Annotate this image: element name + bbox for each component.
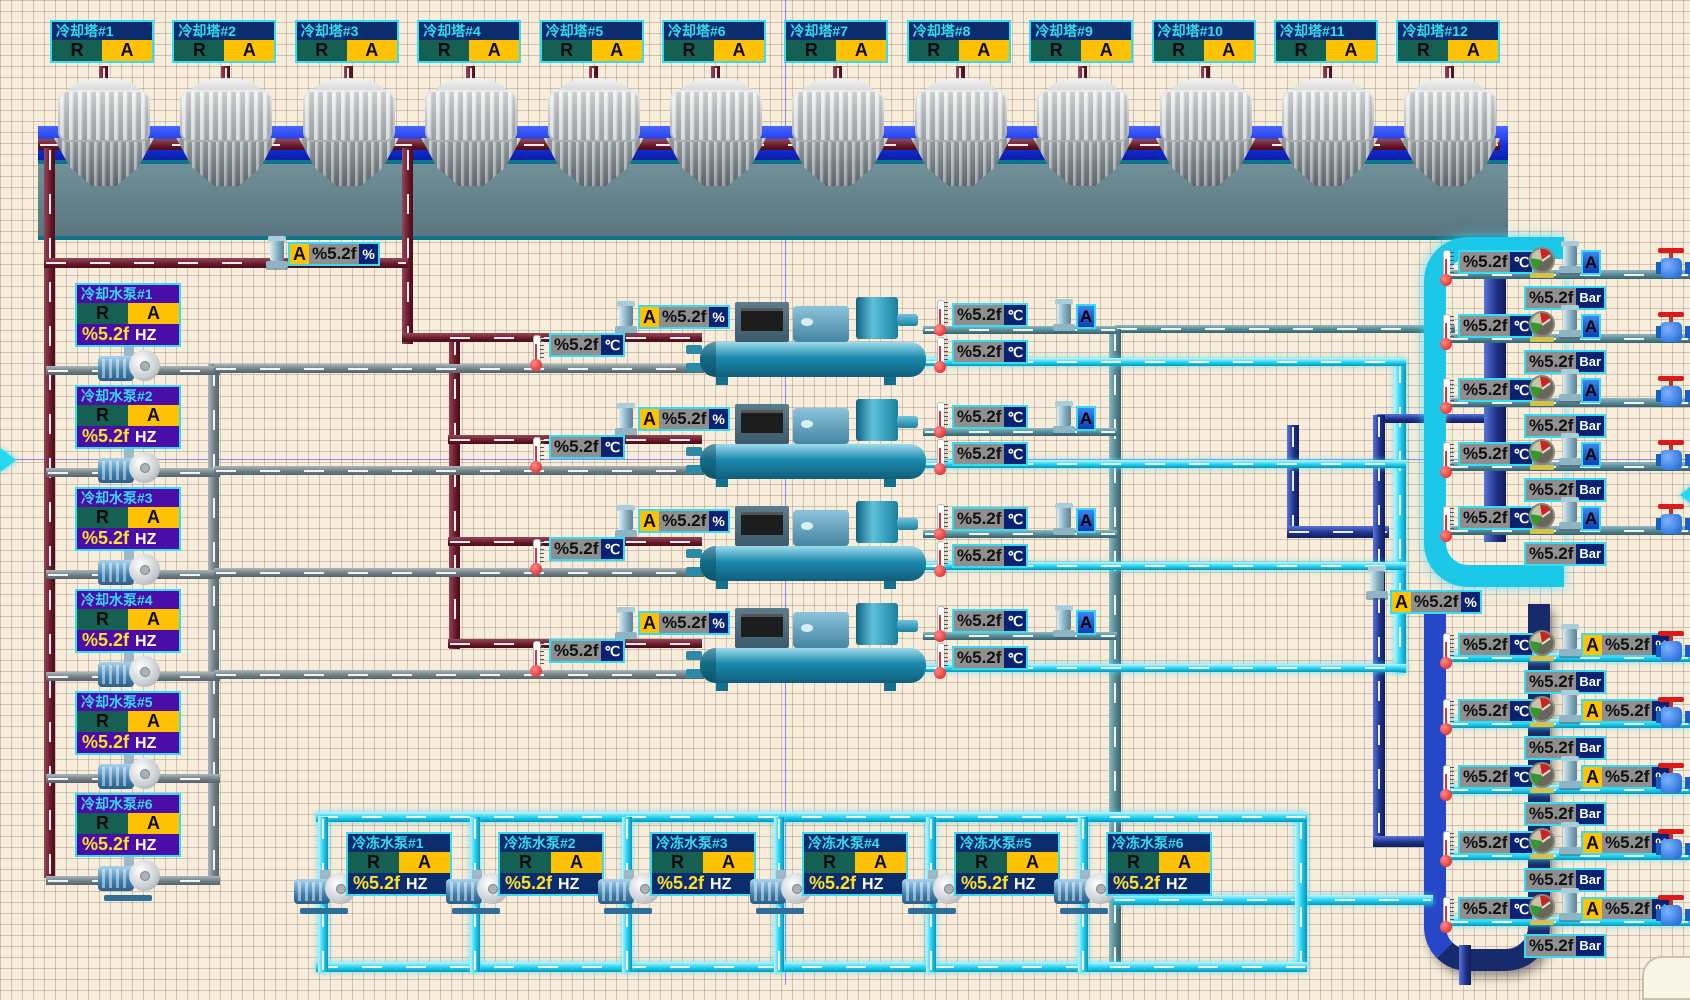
tower-bypass-valve-display: A%5.2f% bbox=[288, 242, 380, 266]
chilled-bypass-valve[interactable] bbox=[1366, 566, 1388, 598]
branch-control-valve[interactable] bbox=[1559, 822, 1581, 854]
valve-position-value: %5.2f bbox=[1411, 592, 1461, 612]
pressure-gauge-icon bbox=[1528, 894, 1556, 925]
temp-value: %5.2f bbox=[1460, 767, 1510, 787]
valve-auto-badge[interactable]: A bbox=[290, 244, 309, 264]
valve-position-unit: % bbox=[1461, 592, 1479, 612]
pressure-unit: Bar bbox=[1576, 936, 1604, 956]
branch-temp-display: %5.2f℃ bbox=[1458, 897, 1534, 921]
pressure-unit: Bar bbox=[1576, 738, 1604, 758]
branch-control-valve[interactable] bbox=[1559, 888, 1581, 920]
branch-control-valve[interactable] bbox=[1559, 756, 1581, 788]
branch-temp-display: %5.2f℃ bbox=[1458, 831, 1534, 855]
valve-auto-badge[interactable]: A bbox=[1583, 899, 1602, 919]
valve-auto-badge[interactable]: A bbox=[1583, 635, 1602, 655]
pressure-unit: Bar bbox=[1576, 804, 1604, 824]
valve-auto-badge[interactable]: A bbox=[1583, 767, 1602, 787]
valve-position-value: %5.2f bbox=[1602, 701, 1652, 721]
thermometer-icon bbox=[1438, 897, 1454, 933]
tower-bypass-valve[interactable] bbox=[266, 236, 288, 268]
pressure-unit: Bar bbox=[1576, 870, 1604, 890]
valve-position-value: %5.2f bbox=[309, 244, 359, 264]
hvac-scada-screen: { "colors":{"accent_cyan":"#35dcf2","run… bbox=[0, 0, 1690, 985]
temp-value: %5.2f bbox=[1460, 833, 1510, 853]
distribution-row: %5.2f℃ A%5.2f% %5.2fBar bbox=[0, 765, 1690, 831]
valve-auto-badge[interactable]: A bbox=[1392, 592, 1411, 612]
distribution-row: %5.2f℃ A%5.2f% %5.2fBar bbox=[0, 633, 1690, 699]
distribution-row: %5.2f℃ A%5.2f% %5.2fBar bbox=[0, 699, 1690, 765]
manual-valve-icon[interactable] bbox=[1656, 895, 1690, 929]
manual-valve-icon[interactable] bbox=[1656, 829, 1690, 863]
distribution-row: %5.2f℃ A%5.2f% %5.2fBar bbox=[0, 897, 1690, 963]
chilled-bypass-valve-display: A%5.2f% bbox=[1390, 590, 1482, 614]
valve-position-value: %5.2f bbox=[1602, 833, 1652, 853]
thermometer-icon bbox=[1438, 633, 1454, 669]
pressure-value: %5.2f bbox=[1526, 936, 1576, 956]
pressure-gauge-icon bbox=[1528, 630, 1556, 661]
valve-position-value: %5.2f bbox=[1602, 767, 1652, 787]
valve-position-unit: % bbox=[359, 244, 377, 264]
manual-valve-icon[interactable] bbox=[1656, 763, 1690, 797]
branch-temp-display: %5.2f℃ bbox=[1458, 633, 1534, 657]
temp-value: %5.2f bbox=[1460, 701, 1510, 721]
manual-valve-icon[interactable] bbox=[1656, 697, 1690, 731]
distribution-row: %5.2f℃ A%5.2f% %5.2fBar bbox=[0, 831, 1690, 897]
thermometer-icon bbox=[1438, 699, 1454, 735]
branch-temp-display: %5.2f℃ bbox=[1458, 765, 1534, 789]
branch-pressure-display: %5.2fBar bbox=[1524, 934, 1606, 958]
pressure-gauge-icon bbox=[1528, 696, 1556, 727]
valve-auto-badge[interactable]: A bbox=[1583, 701, 1602, 721]
pressure-unit: Bar bbox=[1576, 672, 1604, 692]
pressure-gauge-icon bbox=[1528, 762, 1556, 793]
pressure-value: %5.2f bbox=[1526, 672, 1576, 692]
valve-auto-badge[interactable]: A bbox=[1583, 833, 1602, 853]
valve-position-value: %5.2f bbox=[1602, 635, 1652, 655]
branch-temp-display: %5.2f℃ bbox=[1458, 699, 1534, 723]
temp-value: %5.2f bbox=[1460, 635, 1510, 655]
branch-control-valve[interactable] bbox=[1559, 624, 1581, 656]
manual-valve-icon[interactable] bbox=[1656, 631, 1690, 665]
pressure-value: %5.2f bbox=[1526, 870, 1576, 890]
pressure-gauge-icon bbox=[1528, 828, 1556, 859]
pressure-value: %5.2f bbox=[1526, 804, 1576, 824]
pressure-value: %5.2f bbox=[1526, 738, 1576, 758]
temp-value: %5.2f bbox=[1460, 899, 1510, 919]
return-distribution-rows: %5.2f℃ A%5.2f% %5.2fBar bbox=[0, 0, 1690, 985]
valve-position-value: %5.2f bbox=[1602, 899, 1652, 919]
thermometer-icon bbox=[1438, 765, 1454, 801]
thermometer-icon bbox=[1438, 831, 1454, 867]
branch-control-valve[interactable] bbox=[1559, 690, 1581, 722]
